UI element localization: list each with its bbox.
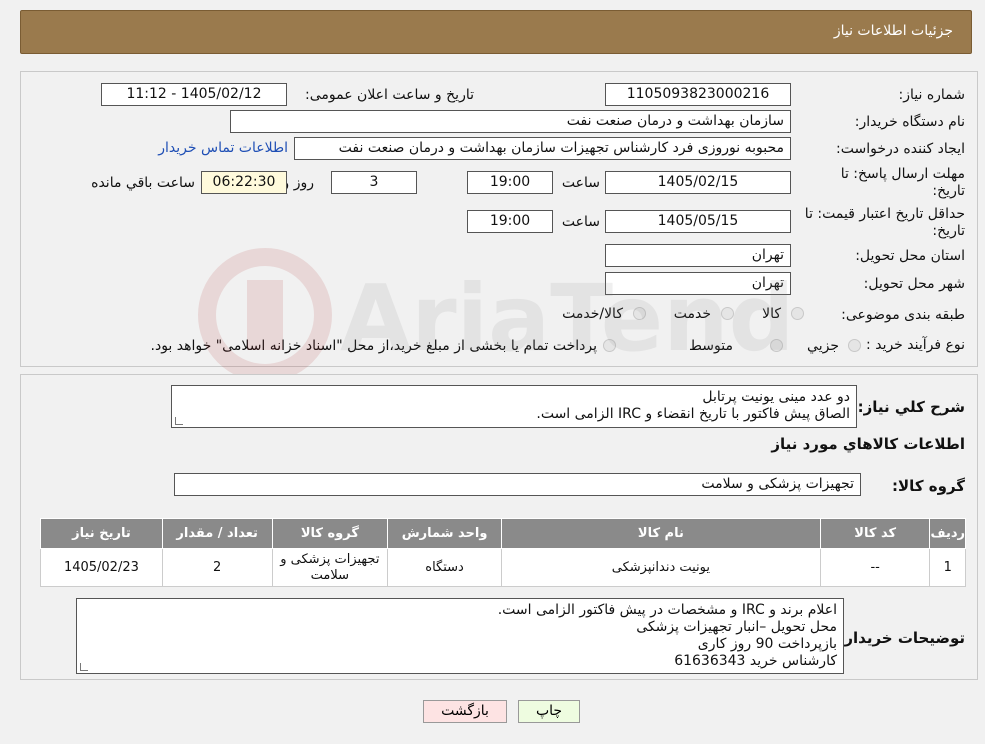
table-header-row: ردیف کد کالا نام کالا واحد شمارش گروه کا… [40,518,966,549]
cell-row-number: 1 [929,548,966,587]
col-row-number: ردیف [929,518,966,549]
general-desc-textarea[interactable]: دو عدد مینی یونیت پرتابل الصاق پیش فاکتو… [171,385,857,428]
validity-hour-label: ساعت [561,214,600,230]
cell-item-name: یونیت دندانپزشکی [500,548,821,587]
general-desc-line-1: دو عدد مینی یونیت پرتابل [702,389,850,405]
cell-unit: دستگاه [387,548,502,587]
col-item-code: کد کالا [819,518,931,549]
goods-group-field: تجهیزات پزشکی و سلامت [174,473,861,496]
buyer-notes-textarea[interactable]: اعلام برند و IRC و مشخصات در پیش فاکتور … [76,598,844,674]
reply-date-field: 1405/02/15 [605,171,791,194]
buyer-notes-line-4: کارشناس خرید 61636343 [674,653,837,669]
purchase-medium-label: متوسط [689,338,733,354]
purchase-minor-label: جزیي [807,338,839,354]
reply-hour-label: ساعت [561,175,600,191]
buyer-notes-label: توضیحات خریدار: [838,629,965,647]
validity-date-field: 1405/05/15 [605,210,791,233]
buyer-org-field: سازمان بهداشت و درمان صنعت نفت [230,110,791,133]
purchase-medium-radio[interactable] [770,339,783,352]
category-goods-radio[interactable] [791,307,804,320]
requester-field: محبوبه نوروزی فرد کارشناس تجهیزات سازمان… [294,137,791,160]
announce-datetime-label: تاریخ و ساعت اعلان عمومی: [305,87,474,103]
resize-handle-icon[interactable] [175,417,183,425]
col-item-group: گروه کالا [271,518,389,549]
need-number-field: 1105093823000216 [605,83,791,106]
resize-handle-icon[interactable] [80,663,88,671]
announce-datetime-field: 1405/02/12 - 11:12 [101,83,287,106]
col-item-name: نام کالا [500,518,821,549]
general-desc-line-2: الصاق پیش فاکتور با تاریخ انقضاء و IRC ا… [536,406,850,422]
back-button[interactable]: بازگشت [423,700,507,723]
goods-info-heading: اطلاعات كالاهاي مورد نياز [771,435,965,453]
days-field: 3 [331,171,417,194]
treasury-payment-radio[interactable] [603,339,616,352]
delivery-province-label: استان محل تحویل: [855,248,965,264]
purchase-type-label: نوع فرآیند خرید : [866,337,965,353]
category-service-label: خدمت [673,306,711,322]
delivery-city-field: تهران [605,272,791,295]
treasury-payment-note: پرداخت تمام یا بخشی از مبلغ خرید،از محل … [150,338,597,354]
purchase-minor-radio[interactable] [848,339,861,352]
print-button[interactable]: چاپ [518,700,580,723]
remaining-label: ساعت باقي مانده [91,175,195,191]
day-and-label: روز و [282,175,315,191]
goods-table: ردیف کد کالا نام کالا واحد شمارش گروه کا… [40,518,966,587]
col-unit: واحد شمارش [387,518,502,549]
reply-time-field: 19:00 [467,171,553,194]
category-goods-label: کالا [762,306,781,322]
category-service-radio[interactable] [721,307,734,320]
requester-label: ایجاد کننده درخواست: [836,141,965,157]
price-validity-label: حداقل تاریخ اعتبار قیمت: تا تاریخ: [804,206,965,239]
goods-group-label: گروه کالا: [892,477,965,495]
buyer-notes-line-3: بازپرداخت 90 روز کاری [697,636,837,652]
general-desc-label: شرح كلي نياز: [857,398,965,416]
category-goods-service-label: کالا/خدمت [562,306,623,322]
cell-item-code: -- [819,548,931,587]
page-title: جزئیات اطلاعات نیاز [833,23,953,39]
cell-quantity: 2 [161,548,273,587]
reply-deadline-label: مهلت ارسال پاسخ: تا تاریخ: [840,166,965,199]
cell-need-date: 1405/02/23 [40,548,163,587]
delivery-city-label: شهر محل تحویل: [863,276,965,292]
buyer-org-label: نام دستگاه خریدار: [854,114,965,130]
category-label: طبقه بندی موضوعی: [841,307,965,323]
buyer-notes-line-2: محل تحویل –انبار تجهیزات پزشکی [636,619,837,635]
validity-time-field: 19:00 [467,210,553,233]
category-goods-service-radio[interactable] [633,307,646,320]
page-header: جزئیات اطلاعات نیاز [20,10,972,54]
cell-item-group: تجهیزات پزشکی و سلامت [271,548,389,587]
buyer-notes-line-1: اعلام برند و IRC و مشخصات در پیش فاکتور … [497,602,837,618]
remaining-timer: 06:22:30 [201,171,287,194]
buyer-contact-link[interactable]: اطلاعات تماس خریدار [158,140,288,156]
col-quantity: تعداد / مقدار [161,518,273,549]
need-number-label: شماره نیاز: [898,87,966,103]
delivery-province-field: تهران [605,244,791,267]
col-need-date: تاریخ نیاز [40,518,163,549]
table-row: 1 -- یونیت دندانپزشکی دستگاه تجهیزات پزش… [40,548,966,587]
